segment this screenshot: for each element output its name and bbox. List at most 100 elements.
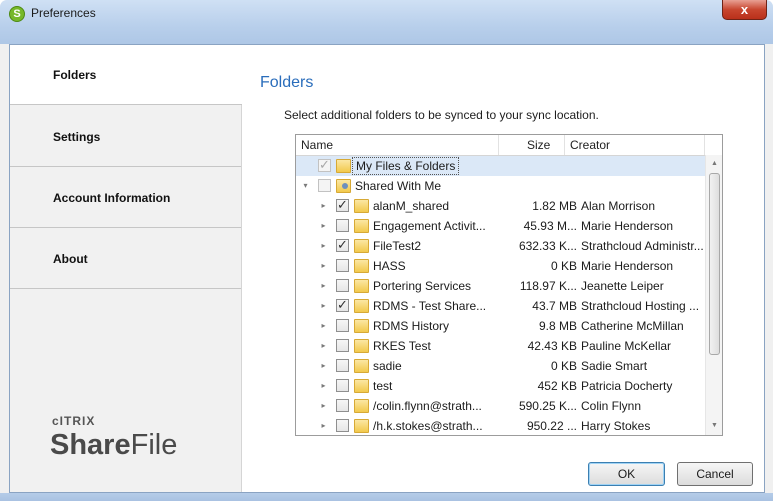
tree-row[interactable]: ▸ /colin.flynn@strath... 590.25 K... Colin … xyxy=(296,396,705,416)
folder-checkbox[interactable]: ✓ xyxy=(336,238,349,252)
window-title: Preferences xyxy=(31,6,96,20)
expand-arrow-icon[interactable]: ▸ xyxy=(319,196,328,216)
expand-arrow-icon[interactable]: ▸ xyxy=(319,396,328,416)
folder-icon xyxy=(354,299,369,313)
title-bar[interactable]: S Preferences x xyxy=(0,0,773,44)
folder-creator: Harry Stokes xyxy=(581,419,651,433)
tree-row[interactable]: ▸ RKES Test 42.43 KB Pauline McKellar xyxy=(296,336,705,356)
tree-row[interactable]: ✓ My Files & Folders xyxy=(296,156,705,176)
expand-arrow-icon[interactable]: ▸ xyxy=(319,416,328,435)
sidebar-item-settings[interactable]: Settings xyxy=(10,107,241,167)
folder-checkbox[interactable]: ✓ xyxy=(336,298,349,312)
folder-icon xyxy=(354,379,369,393)
folder-checkbox[interactable] xyxy=(336,359,349,372)
folder-checkbox[interactable] xyxy=(318,179,331,192)
tree-row[interactable]: ▸ HASS 0 KB Marie Henderson xyxy=(296,256,705,276)
scroll-up-icon[interactable]: ▲ xyxy=(706,155,722,172)
expand-arrow-icon[interactable]: ▸ xyxy=(319,256,328,276)
tree-row[interactable]: ▸ test 452 KB Patricia Docherty xyxy=(296,376,705,396)
tree-header: Name Size Creator xyxy=(296,135,722,156)
sidebar-item-account-information[interactable]: Account Information xyxy=(10,168,241,228)
folder-icon xyxy=(354,199,369,213)
ok-button[interactable]: OK xyxy=(588,462,665,486)
column-header-name[interactable]: Name xyxy=(296,135,499,155)
sidebar-item-label: Folders xyxy=(53,68,97,82)
column-header-size[interactable]: Size xyxy=(499,135,565,155)
expand-arrow-icon[interactable]: ▸ xyxy=(319,276,328,296)
tree-row[interactable]: ▸ RDMS History 9.8 MB Catherine McMillan xyxy=(296,316,705,336)
tree-row[interactable]: ▸ Portering Services 118.97 K... Jeanette L… xyxy=(296,276,705,296)
scrollbar-thumb[interactable] xyxy=(709,173,720,355)
expand-arrow-icon[interactable]: ▸ xyxy=(319,296,328,316)
instruction-text: Select additional folders to be synced t… xyxy=(284,108,599,122)
expand-arrow-icon[interactable]: ▸ xyxy=(319,376,328,396)
tree-row[interactable]: ▸ ✓ RDMS - Test Share... 43.7 MB Strathcloud… xyxy=(296,296,705,316)
dialog-body: Folders Settings Account Information Abo… xyxy=(9,44,765,493)
citrix-logo: cITRIX xyxy=(52,414,96,428)
folder-checkbox[interactable]: ✓ xyxy=(318,158,331,172)
folder-creator: Marie Henderson xyxy=(581,219,674,233)
folder-checkbox[interactable] xyxy=(336,259,349,272)
sharefile-logo: ShareFile xyxy=(50,429,177,462)
folder-checkbox[interactable] xyxy=(336,419,349,432)
tree-row[interactable]: ▾ Shared With Me xyxy=(296,176,705,196)
column-header-creator[interactable]: Creator xyxy=(565,135,705,155)
expand-arrow-icon[interactable]: ▸ xyxy=(319,316,328,336)
shared-folder-icon xyxy=(336,179,351,193)
folder-creator: Catherine McMillan xyxy=(581,319,684,333)
tree-row[interactable]: ▸ sadie 0 KB Sadie Smart xyxy=(296,356,705,376)
folder-checkbox[interactable] xyxy=(336,399,349,412)
folder-checkbox[interactable]: ✓ xyxy=(336,198,349,212)
folder-name: RDMS - Test Share... xyxy=(373,299,487,313)
folder-creator: Pauline McKellar xyxy=(581,339,672,353)
folder-icon xyxy=(354,339,369,353)
folder-creator: Strathcloud Administr... xyxy=(581,239,704,253)
folder-name: My Files & Folders xyxy=(352,157,460,175)
expand-arrow-icon[interactable]: ▸ xyxy=(319,216,328,236)
scroll-down-icon[interactable]: ▼ xyxy=(706,417,722,434)
tree-row[interactable]: ▸ /h.k.stokes@strath... 950.22 ... Harry St… xyxy=(296,416,705,435)
tree-row[interactable]: ▸ Engagement Activit... 45.93 M... Marie He… xyxy=(296,216,705,236)
folder-name: test xyxy=(373,379,393,393)
folder-tree[interactable]: Name Size Creator ✓ My Files & Folders ▾ Sh… xyxy=(295,134,723,436)
tree-row[interactable]: ▸ ✓ FileTest2 632.33 K... Strathcloud Admini… xyxy=(296,236,705,256)
folder-checkbox[interactable] xyxy=(336,279,349,292)
window-frame-bottom xyxy=(0,493,773,501)
folder-creator: Patricia Docherty xyxy=(581,379,673,393)
folder-checkbox[interactable] xyxy=(336,379,349,392)
sharefile-logo-bold: Share xyxy=(50,429,131,461)
folder-creator: Alan Morrison xyxy=(581,199,656,213)
folder-size: 45.93 M... xyxy=(523,219,577,233)
sidebar-item-about[interactable]: About xyxy=(10,229,241,289)
cancel-button[interactable]: Cancel xyxy=(677,462,753,486)
expand-arrow-icon[interactable]: ▸ xyxy=(319,336,328,356)
folder-checkbox[interactable] xyxy=(336,319,349,332)
expand-arrow-icon[interactable]: ▸ xyxy=(319,356,328,376)
close-icon: x xyxy=(740,2,749,17)
folder-name: RDMS History xyxy=(373,319,450,333)
collapse-arrow-icon[interactable]: ▾ xyxy=(301,176,310,196)
folder-icon xyxy=(354,399,369,413)
folder-name: HASS xyxy=(373,259,406,273)
folder-icon xyxy=(354,259,369,273)
sidebar-item-label: Settings xyxy=(53,130,101,144)
folder-name: Portering Services xyxy=(373,279,472,293)
folder-icon xyxy=(354,219,369,233)
folder-checkbox[interactable] xyxy=(336,339,349,352)
folder-name: Shared With Me xyxy=(355,179,442,193)
folder-name: FileTest2 xyxy=(373,239,422,253)
folder-size: 9.8 MB xyxy=(538,319,577,333)
folder-creator: Colin Flynn xyxy=(581,399,642,413)
tree-row[interactable]: ▸ ✓ alanM_shared 1.82 MB Alan Morrison xyxy=(296,196,705,216)
folder-size: 118.97 K... xyxy=(519,279,577,293)
sidebar-item-folders[interactable]: Folders xyxy=(10,45,242,105)
folder-name: Engagement Activit... xyxy=(373,219,486,233)
folder-checkbox[interactable] xyxy=(336,219,349,232)
folder-creator: Sadie Smart xyxy=(581,359,648,373)
vertical-scrollbar[interactable]: ▲ ▼ xyxy=(705,155,722,435)
close-button[interactable]: x xyxy=(722,0,767,20)
folder-icon xyxy=(354,239,369,253)
folder-creator: Marie Henderson xyxy=(581,259,674,273)
expand-arrow-icon[interactable]: ▸ xyxy=(319,236,328,256)
folder-icon xyxy=(354,359,369,373)
